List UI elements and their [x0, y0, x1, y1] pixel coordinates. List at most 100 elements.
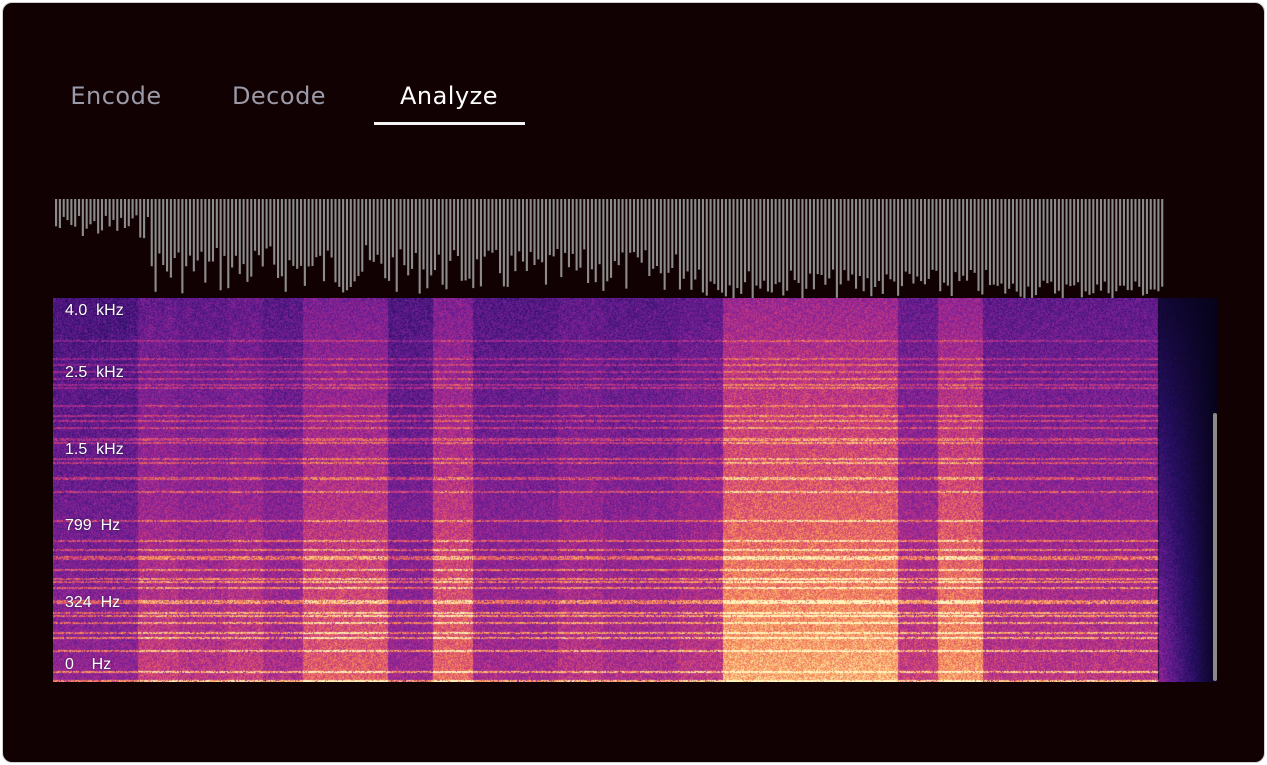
waveform-bar	[315, 199, 318, 258]
waveform-bar	[747, 199, 750, 272]
waveform-bar	[939, 199, 942, 292]
waveform-bar	[1008, 199, 1011, 289]
waveform-bar	[590, 199, 593, 270]
waveform-bar	[74, 199, 77, 227]
waveform-bar	[866, 199, 869, 279]
waveform-bar	[326, 199, 329, 251]
waveform-bar	[177, 199, 180, 253]
tab-analyze[interactable]: Analyze	[386, 75, 512, 123]
waveform-bar	[985, 199, 988, 270]
waveform-bar	[391, 199, 394, 258]
waveform-bar	[893, 199, 896, 282]
waveform-bar	[1000, 199, 1003, 284]
waveform-bar	[254, 199, 257, 251]
waveform-bar	[288, 199, 291, 261]
waveform-bar	[667, 199, 670, 273]
waveform-bar	[1027, 199, 1030, 287]
waveform-bar	[231, 199, 234, 268]
waveform-bar	[414, 199, 417, 253]
waveform-bar	[1034, 199, 1037, 296]
waveform-bar	[311, 199, 314, 266]
waveform-bar	[491, 199, 494, 253]
waveform-bar	[755, 199, 758, 286]
waveform-bar	[655, 199, 659, 266]
waveform-bar	[537, 199, 540, 260]
waveform-bar	[380, 199, 383, 264]
waveform-bar	[774, 199, 777, 285]
waveform-bar	[721, 199, 724, 293]
waveform-bar	[782, 199, 785, 296]
waveform-bar	[85, 199, 88, 229]
waveform-bar	[613, 199, 616, 262]
waveform-bar	[820, 199, 823, 275]
waveform-bar	[832, 199, 835, 270]
waveform-bar	[533, 199, 536, 265]
waveform-bar	[1011, 199, 1015, 284]
waveform-bar	[1004, 199, 1007, 294]
waveform-bar	[525, 199, 528, 271]
waveform-bar	[123, 199, 127, 228]
waveform-bar	[277, 199, 280, 278]
waveform-bar	[694, 199, 697, 280]
waveform-bar	[675, 199, 678, 255]
waveform-bar	[992, 199, 995, 285]
tab-encode[interactable]: Encode	[53, 75, 179, 123]
waveform-bar	[518, 199, 521, 252]
waveform-bar	[433, 199, 437, 271]
freq-label-324: 324 Hz	[65, 594, 121, 611]
waveform-bar	[395, 199, 398, 292]
waveform-bar	[682, 199, 685, 279]
waveform-bar	[594, 199, 597, 283]
waveform-bar	[621, 199, 624, 253]
waveform-bar	[227, 199, 230, 289]
waveform-bar	[483, 199, 486, 257]
waveform-bar	[916, 199, 919, 277]
waveform-bar	[506, 199, 509, 287]
waveform-bar	[602, 199, 605, 291]
waveform-bar	[640, 199, 643, 263]
waveform-bar	[736, 199, 739, 289]
tab-decode[interactable]: Decode	[216, 75, 342, 123]
waveform-bar	[89, 199, 92, 225]
waveform-bar	[1096, 199, 1099, 285]
waveform-bar	[1122, 199, 1126, 286]
waveform-bar	[877, 199, 881, 281]
waveform-bar	[521, 199, 525, 262]
waveform-bar	[410, 199, 414, 269]
waveform-bar	[93, 199, 96, 222]
spectrogram-panel: 4.0 kHz 2.5 kHz 1.5 kHz 799 Hz 324 Hz 0 …	[53, 298, 1218, 682]
waveform-bar	[353, 199, 356, 282]
waveform-bar	[881, 199, 884, 294]
waveform-bar	[1050, 199, 1053, 282]
waveform-bar	[1031, 199, 1034, 298]
waveform-bar	[1149, 199, 1152, 290]
waveform-bar	[1038, 199, 1041, 288]
waveform-bar	[977, 199, 980, 291]
waveform-bar	[70, 199, 73, 226]
waveform-bar	[644, 199, 647, 251]
waveform-bar	[211, 199, 215, 262]
waveform-bar	[1107, 199, 1110, 294]
waveform-bar	[923, 199, 926, 285]
waveform-bar	[889, 199, 892, 280]
waveform-bar	[770, 199, 773, 293]
vertical-scrollbar[interactable]	[1213, 413, 1217, 681]
waveform-bar	[345, 199, 349, 291]
freq-label-799: 799 Hz	[65, 517, 121, 534]
waveform-bar	[437, 199, 440, 255]
waveform-bar	[342, 199, 345, 293]
waveform-bar	[851, 199, 854, 275]
waveform-bar	[1076, 199, 1080, 283]
waveform-bar	[652, 199, 655, 269]
waveform-bar	[870, 199, 873, 297]
waveform-bar	[636, 199, 639, 258]
waveform-bar	[445, 199, 448, 290]
waveform-bar	[835, 199, 838, 298]
waveform-bar	[418, 199, 421, 294]
waveform-bar	[131, 199, 134, 219]
waveform-bar	[58, 199, 61, 228]
freq-label-0: 0 Hz	[65, 656, 112, 673]
waveform-bar	[384, 199, 387, 279]
waveform-bar	[996, 199, 999, 286]
waveform-bar	[62, 199, 65, 217]
